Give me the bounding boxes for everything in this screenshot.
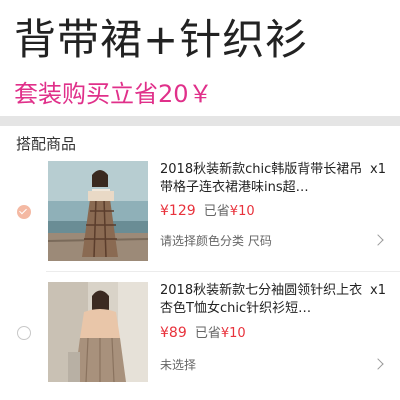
- price: ¥129: [160, 203, 196, 219]
- list-item[interactable]: 2018秋装新款chic韩版背带长裙吊带格子连衣裙港味ins超… x1 ¥129…: [0, 155, 400, 273]
- promo-banner: 背带裙+针织衫 套装购买立省20￥: [0, 0, 400, 116]
- list-item[interactable]: 2018秋装新款七分袖圆领针织上衣杏色T恤女chic针织衫短… x1 ¥89 已…: [0, 276, 400, 394]
- product-title[interactable]: 2018秋装新款七分袖圆领针织上衣杏色T恤女chic针织衫短…: [160, 282, 365, 318]
- banner-title: 背带裙+针织衫: [14, 15, 309, 64]
- check-icon: [19, 206, 27, 215]
- product-thumbnail[interactable]: [48, 282, 148, 382]
- section-separator: [0, 116, 400, 126]
- quantity-label: x1: [370, 162, 386, 177]
- price-row: ¥89 已省¥10: [160, 324, 246, 343]
- chevron-right-icon[interactable]: [372, 234, 384, 246]
- price: ¥89: [160, 325, 187, 341]
- saved-amount: ¥10: [229, 204, 255, 219]
- select-radio-checked[interactable]: [17, 205, 31, 219]
- section-title: 搭配商品: [16, 135, 77, 153]
- product-thumbnail[interactable]: [48, 161, 148, 261]
- spec-selector[interactable]: 请选择颜色分类 尺码: [160, 232, 272, 250]
- banner-subtitle: 套装购买立省20￥: [14, 80, 213, 108]
- quantity-label: x1: [370, 283, 386, 298]
- spec-selector[interactable]: 未选择: [160, 356, 196, 374]
- product-title[interactable]: 2018秋装新款chic韩版背带长裙吊带格子连衣裙港味ins超…: [160, 161, 365, 197]
- saved-label: 已省: [194, 326, 221, 341]
- chevron-right-icon[interactable]: [372, 358, 384, 370]
- saved-label: 已省: [203, 204, 230, 219]
- divider: [46, 271, 400, 272]
- select-radio[interactable]: [17, 326, 31, 340]
- saved-amount: ¥10: [220, 326, 246, 341]
- plaid-dress-photo-icon: [48, 161, 148, 261]
- knit-top-photo-icon: [48, 282, 148, 382]
- price-row: ¥129 已省¥10: [160, 202, 255, 221]
